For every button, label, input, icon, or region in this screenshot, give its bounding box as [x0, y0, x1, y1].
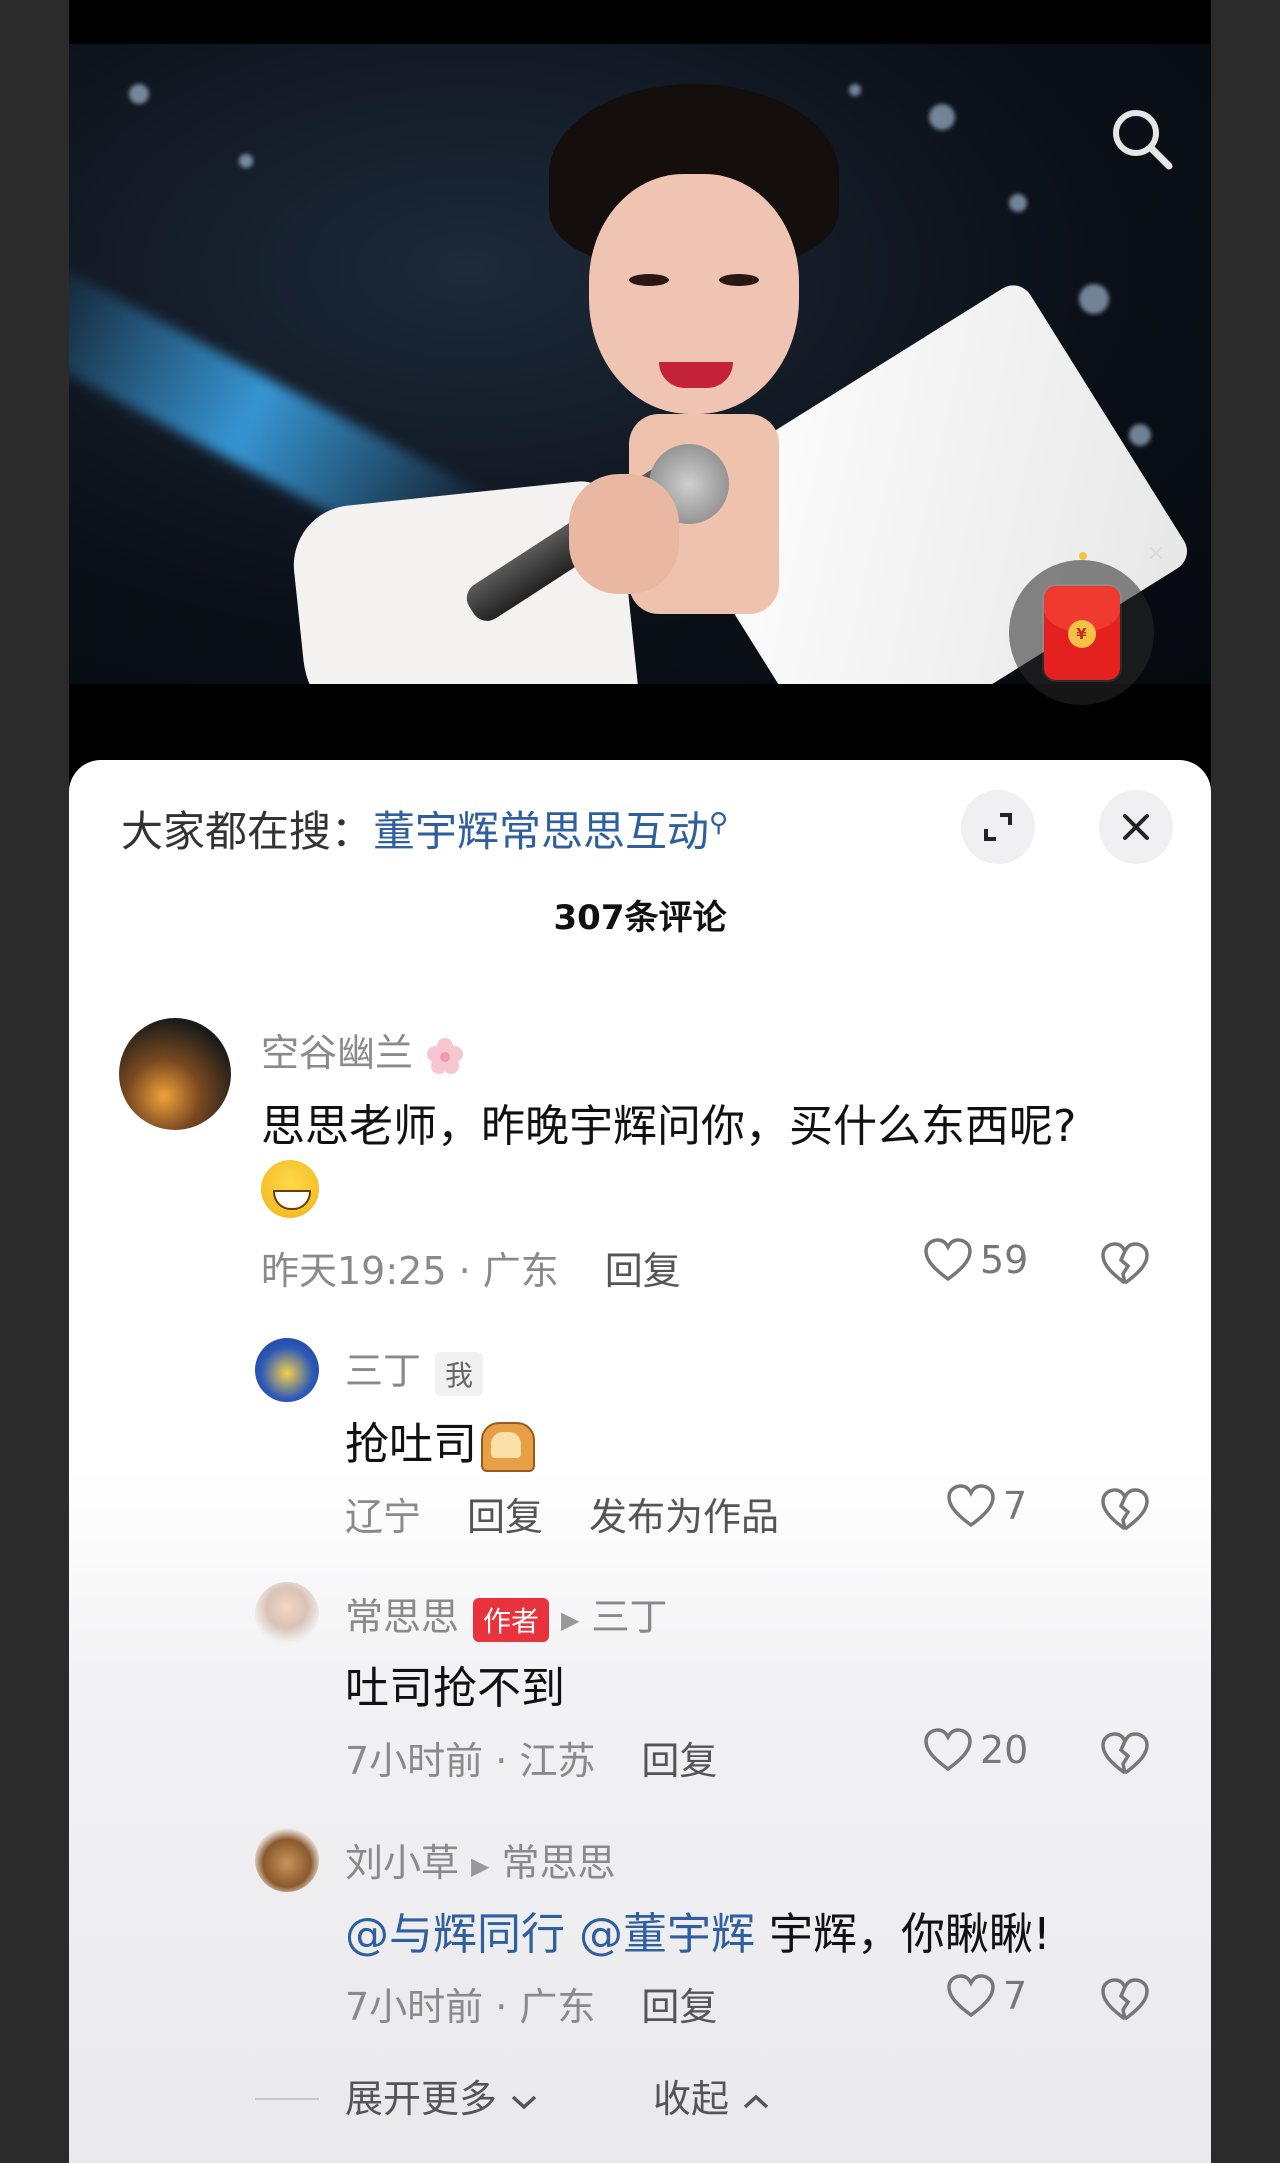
expand-button[interactable] [961, 790, 1035, 864]
comment-meta: 7小时前 · 广东 回复 [345, 1976, 717, 2031]
comment-text: 吐司抢不到 [345, 1663, 565, 1714]
comment-text: 思思老师，昨晚宇辉问你，买什么东西呢? [261, 1101, 1077, 1152]
flower-emoji-icon [427, 1037, 464, 1074]
replies-toggle-row: 展开更多 收起 [69, 2068, 1211, 2128]
broken-heart-icon [1101, 1242, 1149, 1285]
close-icon [1123, 814, 1149, 840]
close-button[interactable] [1099, 790, 1173, 864]
comment-meta: 7小时前 · 江苏 回复 [345, 1730, 717, 1785]
reply-to-user[interactable]: 三丁 [592, 1595, 668, 1639]
like-count: 59 [980, 1238, 1029, 1282]
comment-text: 抢吐司 [345, 1408, 535, 1472]
broken-heart-icon [1101, 1732, 1149, 1775]
chevron-up-icon [743, 2094, 769, 2108]
publish-as-work-button[interactable]: 发布为作品 [589, 1495, 779, 1539]
broken-heart-icon [1101, 1488, 1149, 1531]
search-icon [1113, 110, 1173, 170]
bokeh-light [1009, 194, 1027, 212]
comment-username[interactable]: 三丁我 [345, 1340, 484, 1396]
comment-panel: 大家都在搜：董宇辉常思思互动⚲ 307条评论 空谷幽兰 思思老师，昨晚宇辉问你，… [69, 760, 1211, 2163]
heart-icon [947, 1484, 995, 1528]
trending-search-keyword[interactable]: 董宇辉常思思互动 [373, 807, 709, 856]
comment-time: 7小时前 · 江苏 [345, 1739, 596, 1783]
bokeh-light [1079, 284, 1109, 314]
me-tag: 我 [435, 1351, 484, 1396]
dislike-button[interactable] [1101, 1978, 1149, 2026]
bokeh-light [1129, 424, 1151, 446]
avatar[interactable] [119, 1018, 231, 1130]
mention-link[interactable]: @与辉同行 [345, 1909, 565, 1960]
like-count: 7 [1003, 1484, 1028, 1528]
like-button[interactable]: 59 [924, 1238, 1028, 1282]
comment-meta: 辽宁 回复 发布为作品 [345, 1486, 779, 1541]
expand-icon [984, 813, 1012, 841]
comment-username[interactable]: 常思思 作者 ▶ 三丁 [345, 1586, 668, 1642]
heart-icon [947, 1974, 995, 2018]
search-button[interactable] [1107, 104, 1177, 174]
collapse-button[interactable]: 收起 [653, 2068, 771, 2123]
mention-link[interactable]: @董宇辉 [579, 1909, 755, 1960]
search-icon: ⚲ [709, 808, 729, 838]
close-icon[interactable]: ✕ [1142, 540, 1170, 568]
avatar[interactable] [255, 1582, 319, 1646]
red-packet-icon: ¥ [1043, 585, 1120, 680]
dislike-button[interactable] [1101, 1488, 1149, 1536]
avatar[interactable] [255, 1828, 319, 1892]
reply-button[interactable]: 回复 [467, 1495, 543, 1539]
notification-dot [1079, 552, 1087, 560]
author-tag: 作者 [473, 1597, 550, 1642]
like-button[interactable]: 7 [947, 1974, 1027, 2018]
bokeh-light [929, 104, 955, 130]
avatar[interactable] [255, 1338, 319, 1402]
heart-icon [924, 1238, 972, 1282]
bokeh-light [239, 154, 253, 168]
grinning-emoji-icon [261, 1160, 319, 1218]
reply-to-user[interactable]: 常思思 [501, 1841, 615, 1885]
reply-button[interactable]: 回复 [641, 1739, 717, 1783]
comment-meta: 昨天19:25 · 广东 回复 [261, 1240, 681, 1295]
phone-screen: ✕ ¥ 大家都在搜：董宇辉常思思互动⚲ 307条评论 空谷幽兰 思思老师，昨晚宇… [69, 0, 1211, 2163]
singer-hand [569, 474, 679, 594]
comment-time: 昨天19:25 · 广东 [261, 1249, 559, 1293]
like-button[interactable]: 20 [924, 1728, 1028, 1772]
reply-button[interactable]: 回复 [605, 1249, 681, 1293]
singer-eye [719, 274, 759, 286]
comment-username[interactable]: 刘小草 ▶ 常思思 [345, 1832, 616, 1887]
like-count: 7 [1003, 1974, 1028, 2018]
broken-heart-icon [1101, 1978, 1149, 2021]
expand-more-button[interactable]: 展开更多 [345, 2068, 539, 2123]
like-count: 20 [980, 1728, 1029, 1772]
dislike-button[interactable] [1101, 1242, 1149, 1290]
reply-arrow-icon: ▶ [471, 1851, 490, 1880]
reply-arrow-icon: ▶ [561, 1605, 580, 1634]
reply-button[interactable]: 回复 [641, 1985, 717, 2029]
comment-count: 307条评论 [553, 898, 727, 938]
heart-icon [924, 1728, 972, 1772]
comment-time: 7小时前 · 广东 [345, 1985, 596, 2029]
singer-eye [629, 274, 669, 286]
divider [255, 2098, 319, 2100]
comment-time: 辽宁 [345, 1495, 422, 1539]
bread-emoji-icon [481, 1422, 535, 1472]
like-button[interactable]: 7 [947, 1484, 1027, 1528]
red-packet-button[interactable]: ¥ [1009, 560, 1154, 705]
chevron-down-icon [511, 2095, 537, 2109]
dislike-button[interactable] [1101, 1732, 1149, 1780]
bokeh-light [849, 84, 861, 96]
comment-username[interactable]: 空谷幽兰 [261, 1022, 465, 1077]
trending-search-prefix: 大家都在搜： [121, 807, 374, 856]
trending-search[interactable]: 大家都在搜：董宇辉常思思互动⚲ [121, 798, 728, 859]
bokeh-light [129, 84, 149, 104]
comment-text: @与辉同行 @董宇辉 宇辉，你瞅瞅! [345, 1909, 1051, 1960]
